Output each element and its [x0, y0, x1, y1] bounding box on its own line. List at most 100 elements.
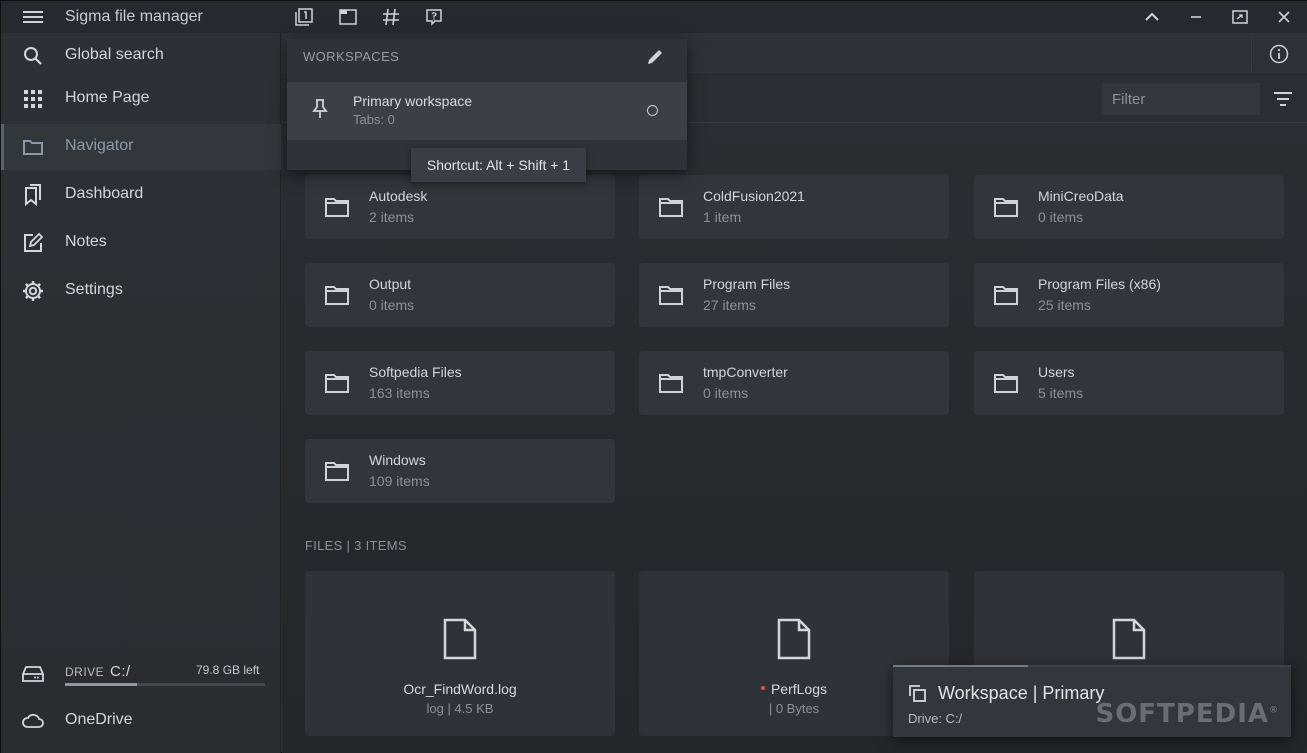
sidebar-item-label: OneDrive: [65, 711, 133, 728]
filter-list-icon[interactable]: [1272, 89, 1294, 109]
sidebar-item-label: Settings: [65, 281, 123, 298]
drive-item-c[interactable]: DRIVE C:/ 79.8 GB left: [1, 651, 281, 701]
directory-name: tmpConverter: [703, 364, 788, 380]
new-tab-icon[interactable]: [339, 8, 357, 26]
sidebar-item-label: Navigator: [65, 137, 134, 154]
directory-card[interactable]: Program Files 27 items: [639, 263, 949, 327]
sidebar-item-label: Dashboard: [65, 185, 144, 202]
notification-progress-fill: [893, 665, 1029, 667]
notification-subtitle: Drive: C:/: [908, 711, 963, 726]
files-section-header: FILES | 3 ITEMS: [305, 538, 407, 553]
directory-card[interactable]: Users 5 items: [974, 351, 1284, 415]
directory-name: Program Files (x86): [1038, 276, 1161, 292]
folder-icon: [325, 196, 349, 221]
bookmarks-icon: [21, 183, 45, 207]
grid-icon: [21, 87, 45, 111]
directory-card[interactable]: ColdFusion2021 1 item: [639, 175, 949, 239]
workspace-select-radio[interactable]: [647, 105, 658, 116]
file-icon: [442, 618, 478, 663]
directory-name: Program Files: [703, 276, 791, 292]
notification-title: Workspace | Primary: [938, 683, 1105, 703]
sidebar-item-global-search[interactable]: Global search: [1, 33, 281, 79]
workspaces-header: WORKSPACES: [303, 49, 400, 64]
directory-card[interactable]: Program Files (x86) 25 items: [974, 263, 1284, 327]
directory-count: 27 items: [703, 297, 756, 313]
folder-icon: [325, 284, 349, 309]
folder-icon: [21, 135, 45, 159]
file-name: PerfLogs: [770, 681, 828, 697]
workspaces-icon[interactable]: [295, 8, 313, 26]
workspace-tab-count: Tabs: 0: [353, 112, 395, 127]
directory-name: Users: [1038, 364, 1075, 380]
workspace-item-primary[interactable]: Primary workspace Tabs: 0: [287, 82, 687, 140]
folder-icon: [994, 284, 1018, 309]
file-icon: [1111, 618, 1147, 663]
sidebar-item-home-page[interactable]: Home Page: [1, 76, 281, 122]
sidebar-item-label: Global search: [65, 46, 164, 63]
drive-label: DRIVE C:/: [65, 663, 131, 680]
directory-card[interactable]: Windows 109 items: [305, 439, 615, 503]
directory-count: 0 items: [703, 385, 749, 401]
folder-icon: [994, 196, 1018, 221]
directory-name: Softpedia Files: [369, 364, 462, 380]
maximize-icon[interactable]: [1230, 7, 1250, 27]
hamburger-menu-icon[interactable]: [21, 8, 45, 26]
sidebar-item-label: Home Page: [65, 89, 150, 106]
drive-letter: C:/: [110, 663, 131, 680]
chevron-up-icon[interactable]: [1142, 7, 1162, 27]
sidebar-item-navigator[interactable]: Navigator: [1, 124, 281, 170]
file-icon: [776, 618, 812, 663]
directory-card[interactable]: MiniCreoData 0 items: [974, 175, 1284, 239]
directory-card[interactable]: tmpConverter 0 items: [639, 351, 949, 415]
pencil-icon[interactable]: [645, 47, 665, 67]
directory-count: 2 items: [369, 209, 415, 225]
hard-drive-icon: [21, 665, 45, 686]
divider: [1251, 39, 1252, 71]
sidebar-item-dashboard[interactable]: Dashboard: [1, 172, 281, 218]
sidebar-item-notes[interactable]: Notes: [1, 220, 281, 266]
directory-count: 5 items: [1038, 385, 1084, 401]
shortcut-tooltip: Shortcut: Alt + Shift + 1: [411, 148, 586, 182]
directory-card[interactable]: Autodesk 2 items: [305, 175, 615, 239]
info-icon[interactable]: [1269, 44, 1289, 64]
modified-dot-icon: [760, 686, 765, 691]
edit-note-icon: [21, 231, 45, 255]
sidebar: Global search Home Page Navigator Dashbo…: [1, 33, 281, 753]
folder-icon: [659, 284, 683, 309]
directory-card[interactable]: Softpedia Files 163 items: [305, 351, 615, 415]
minimize-icon[interactable]: [1186, 7, 1206, 27]
cloud-icon: [21, 709, 45, 733]
directory-count: 163 items: [369, 385, 430, 401]
search-icon: [21, 44, 45, 68]
directory-card[interactable]: Output 0 items: [305, 263, 615, 327]
directory-count: 25 items: [1038, 297, 1091, 313]
file-name: Ocr_FindWord.log: [403, 681, 517, 697]
directory-name: Output: [369, 276, 412, 292]
notification-progress-bar: [893, 665, 1291, 667]
close-icon[interactable]: [1274, 7, 1294, 27]
shortcuts-help-icon[interactable]: [425, 8, 443, 26]
directory-count: 0 items: [369, 297, 415, 313]
title-bar: Sigma file manager: [1, 1, 1307, 33]
directory-count: 1 item: [703, 209, 742, 225]
directory-name: Autodesk: [369, 188, 428, 204]
file-card[interactable]: Ocr_FindWord.log log | 4.5 KB: [305, 571, 615, 736]
workspace-notification[interactable]: Workspace | Primary Drive: C:/ SOFTPEDIA…: [893, 665, 1291, 737]
folder-icon: [659, 372, 683, 397]
pin-icon[interactable]: [311, 98, 329, 123]
file-meta: log | 4.5 KB: [426, 701, 494, 716]
directory-count: 0 items: [1038, 209, 1084, 225]
softpedia-watermark: SOFTPEDIA®: [1095, 699, 1279, 729]
folder-icon: [659, 196, 683, 221]
drive-usage-fill: [65, 683, 137, 686]
directory-count: 109 items: [369, 473, 430, 489]
directory-name: ColdFusion2021: [703, 188, 805, 204]
directory-name: MiniCreoData: [1038, 188, 1124, 204]
gear-icon: [21, 279, 45, 303]
sidebar-item-settings[interactable]: Settings: [1, 268, 281, 314]
filter-input[interactable]: [1102, 83, 1260, 115]
directory-name: Windows: [369, 452, 426, 468]
hash-icon[interactable]: [382, 8, 400, 26]
sidebar-item-onedrive[interactable]: OneDrive: [1, 698, 281, 744]
copy-icon: [907, 683, 927, 706]
